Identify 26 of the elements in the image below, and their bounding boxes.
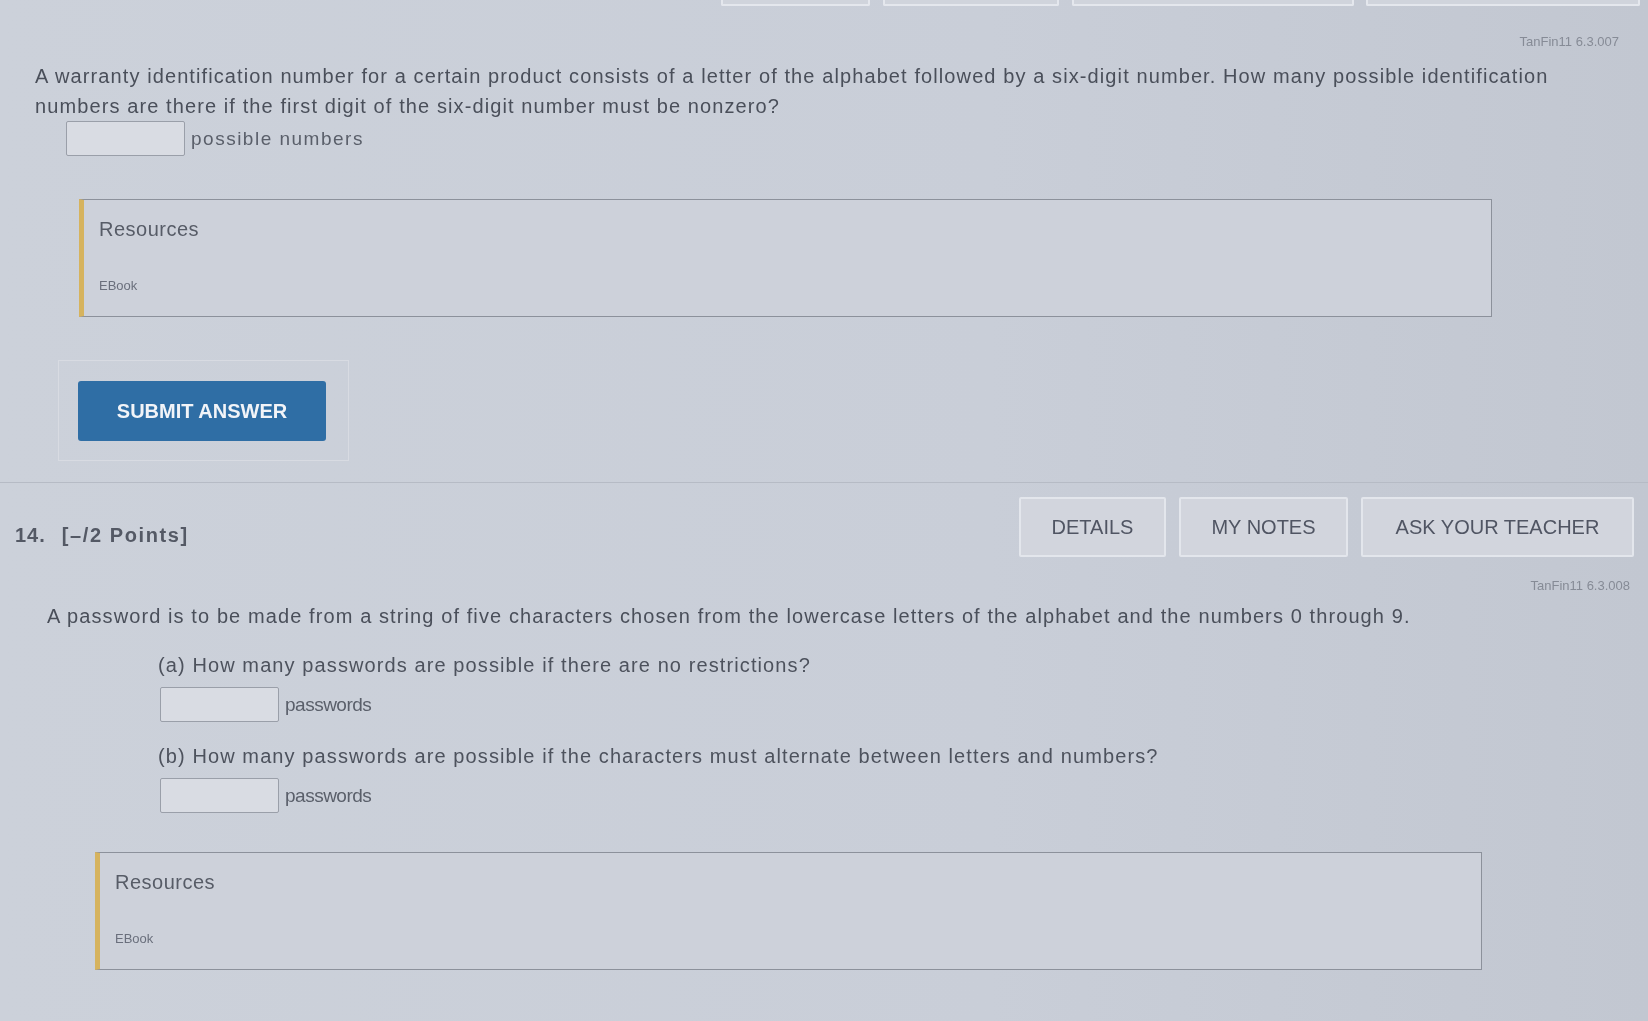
question-number: 14.: [15, 523, 46, 547]
details-button[interactable]: DETAILS: [1019, 497, 1166, 557]
unit-label: possible numbers: [191, 127, 364, 150]
question-text: A warranty identification number for a certain product consists of a letter of the alphabet followed by a six-digit number. How many possible identification numbers are there if the first digit of the six-digit number must be nonzero?: [35, 64, 1550, 119]
submit-button[interactable]: SUBMIT ANSWER: [78, 381, 326, 441]
cut-off-button[interactable]: [721, 0, 870, 6]
unit-label: passwords: [285, 784, 372, 807]
ask-teacher-button[interactable]: ASK YOUR TEACHER: [1361, 497, 1634, 557]
part-question: (b) How many passwords are possible if the characters must alternate between letters and numbers?: [158, 744, 1160, 769]
ebook-link[interactable]: EBook: [115, 931, 154, 947]
cut-off-button[interactable]: [1366, 0, 1640, 6]
answer-field[interactable]: [160, 687, 279, 722]
answer-field[interactable]: [160, 778, 279, 813]
notes-button[interactable]: MY NOTES: [1179, 497, 1348, 557]
points-label: [–/2 Points]: [61, 523, 189, 547]
resources-heading: Resources: [115, 871, 216, 893]
ebook-link[interactable]: EBook: [99, 278, 138, 294]
resources-heading: Resources: [99, 218, 200, 240]
cut-off-button[interactable]: [883, 0, 1059, 6]
unit-label: passwords: [285, 693, 372, 716]
part-question: (a) How many passwords are possible if there are no restrictions?: [158, 653, 812, 678]
question-reference: TanFin11 6.3.008: [1530, 577, 1630, 595]
cut-off-button[interactable]: [1072, 0, 1354, 6]
question-text: A password is to be made from a string of five characters chosen from the lowercase letters of the alphabet and the numbers 0 through 9.: [47, 604, 1412, 629]
answer-field[interactable]: [66, 121, 185, 156]
question-reference: TanFin11 6.3.007: [1519, 33, 1619, 51]
